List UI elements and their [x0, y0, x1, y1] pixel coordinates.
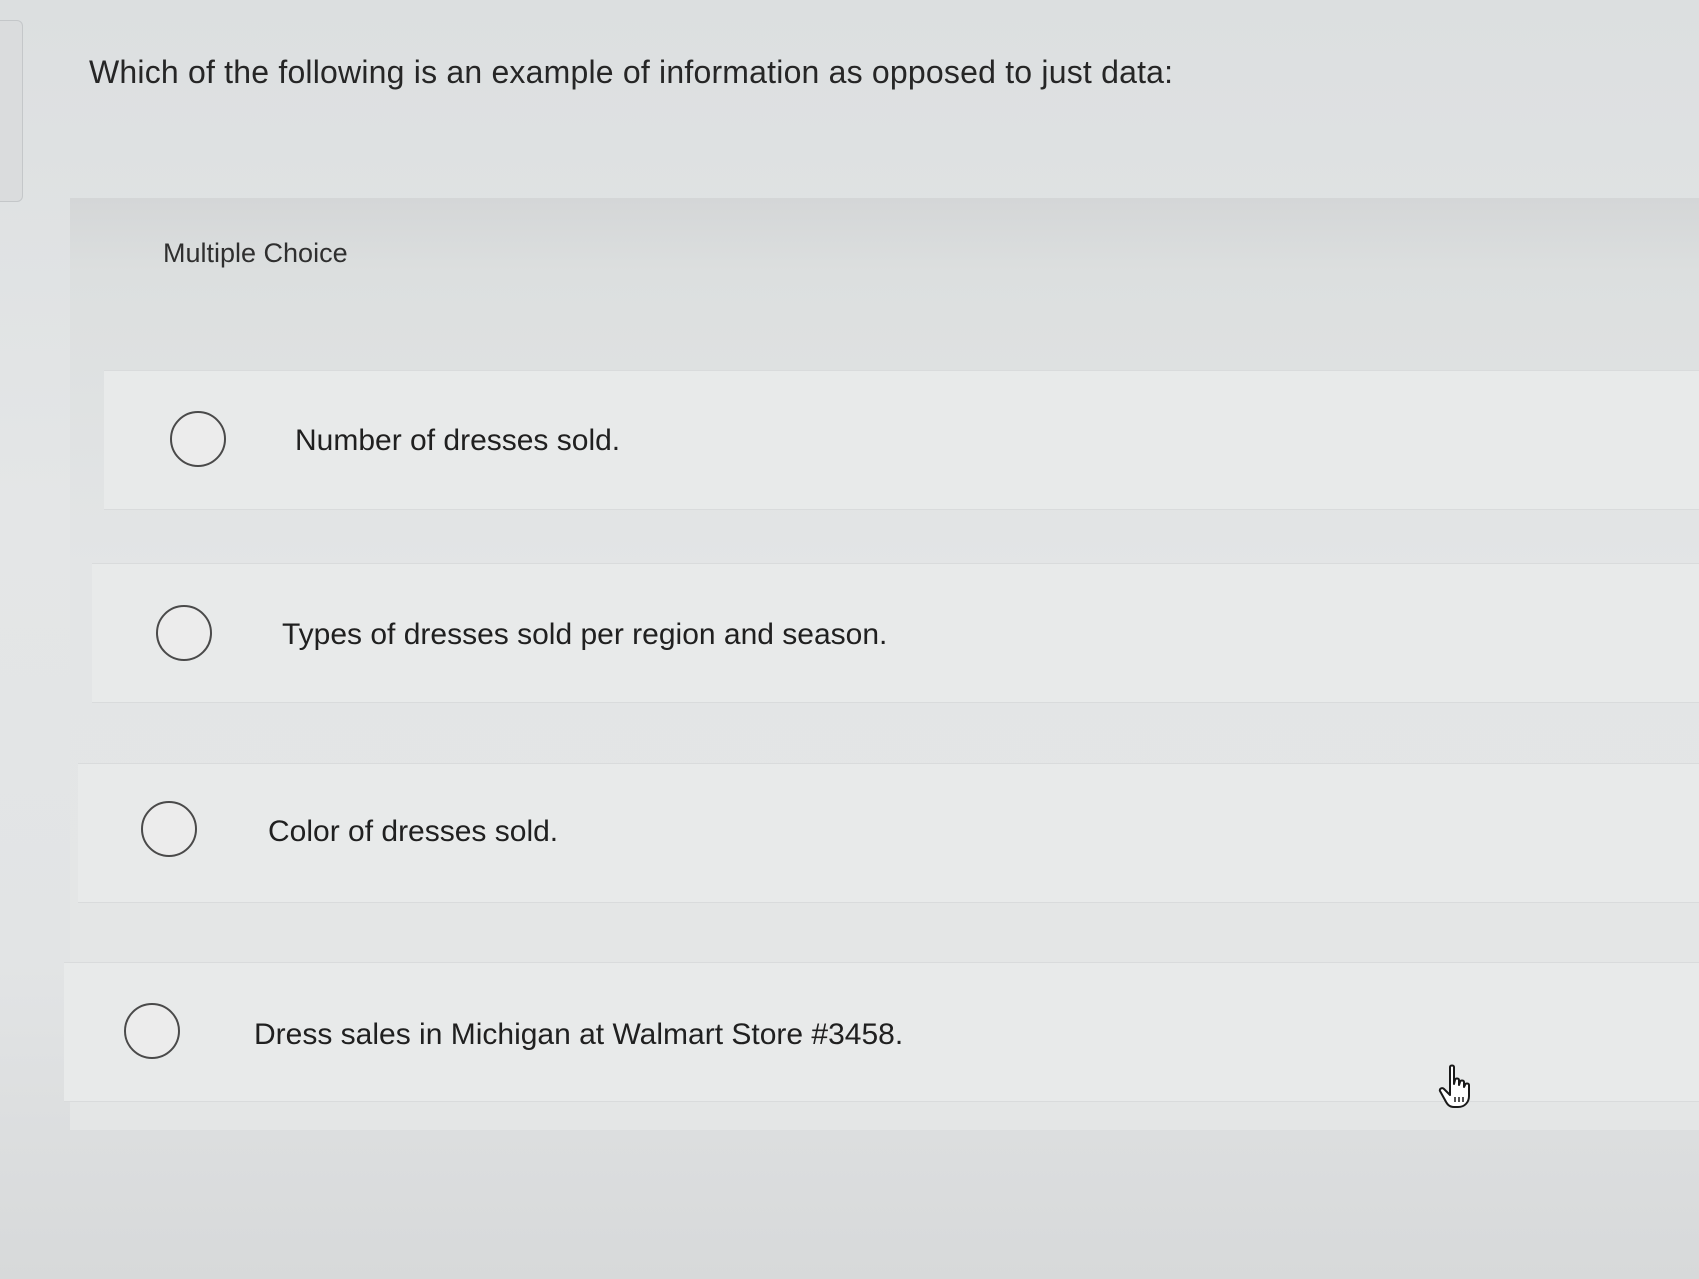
option-label-4: Dress sales in Michigan at Walmart Store… — [254, 1018, 904, 1051]
hand-pointer-icon — [1438, 1064, 1470, 1108]
radio-button-3[interactable] — [141, 801, 197, 857]
left-panel-edge — [0, 20, 23, 202]
option-label-2: Types of dresses sold per region and sea… — [282, 618, 888, 651]
option-label-3: Color of dresses sold. — [268, 815, 559, 848]
radio-button-1[interactable] — [170, 411, 226, 467]
question-type-label: Multiple Choice — [163, 238, 348, 268]
option-3[interactable]: Color of dresses sold. — [0, 763, 1699, 903]
radio-button-2[interactable] — [156, 605, 212, 661]
option-label-1: Number of dresses sold. — [295, 424, 621, 457]
radio-button-4[interactable] — [124, 1003, 180, 1059]
option-2[interactable]: Types of dresses sold per region and sea… — [0, 563, 1699, 703]
question-text: Which of the following is an example of … — [89, 54, 1174, 90]
option-1[interactable]: Number of dresses sold. — [0, 370, 1699, 510]
